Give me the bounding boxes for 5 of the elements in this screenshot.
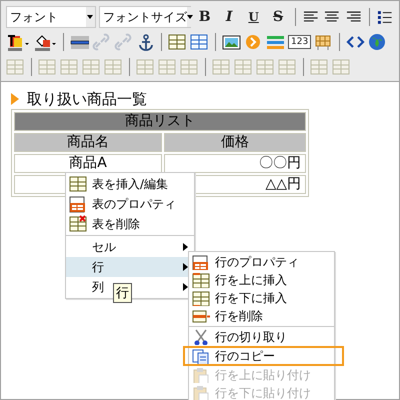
table-caption: 商品リスト <box>14 112 306 131</box>
tooltip: 行 <box>113 283 132 303</box>
column-header: 商品名 <box>14 133 162 152</box>
page-heading: 取り扱い商品一覧 <box>27 90 147 108</box>
column-header: 価格 <box>164 133 306 152</box>
